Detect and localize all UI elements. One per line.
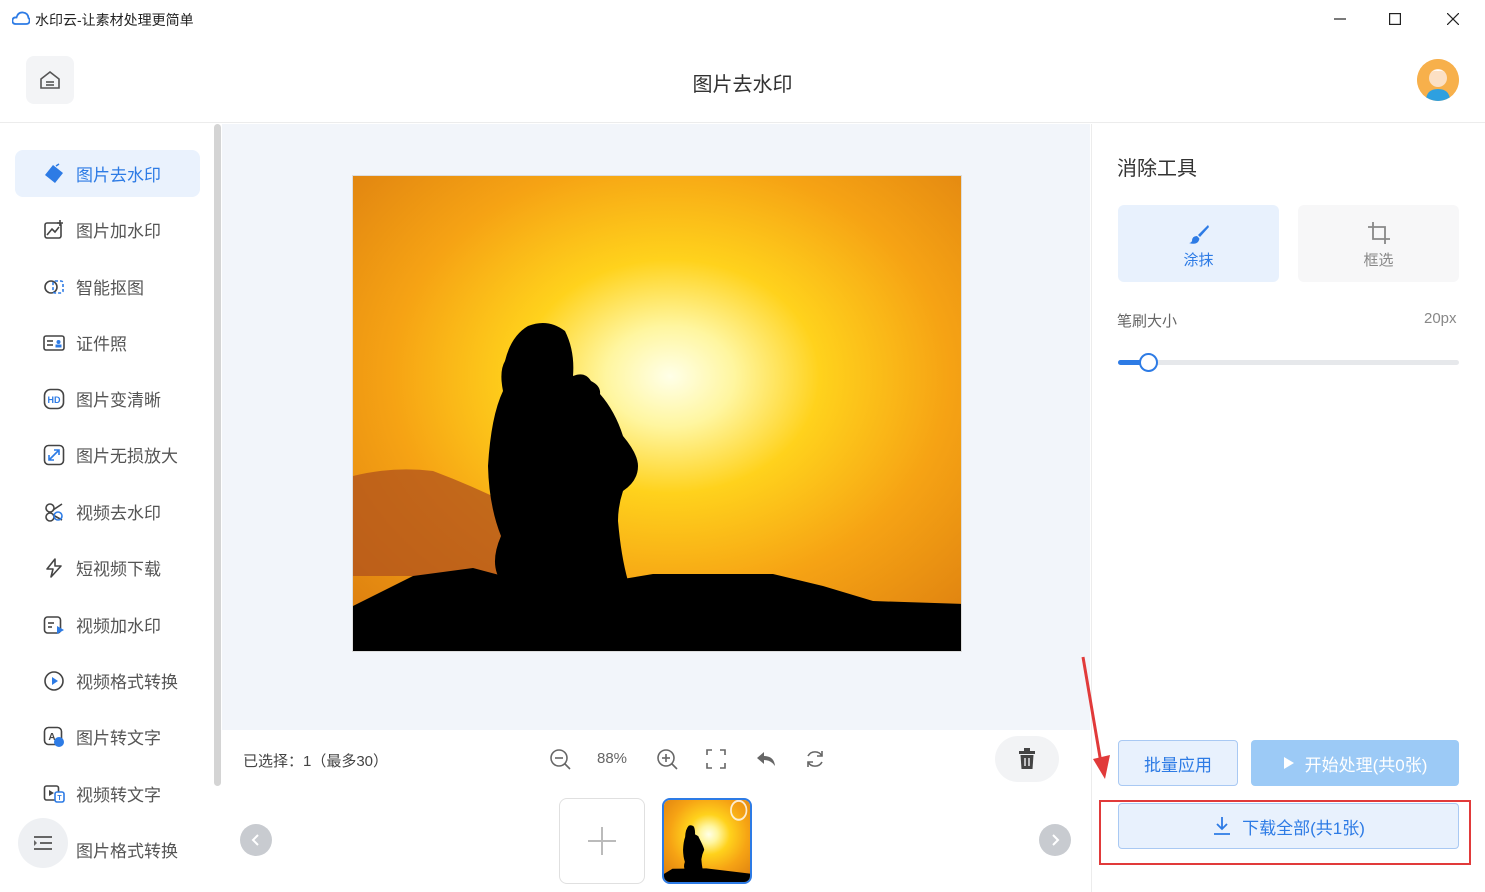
trash-icon bbox=[1019, 748, 1035, 769]
slider-handle[interactable] bbox=[1139, 353, 1158, 372]
sidebar-item-label: 图片变清晰 bbox=[76, 391, 161, 410]
window-title: 水印云-让素材处理更简单 bbox=[35, 12, 194, 28]
minimize-icon bbox=[1334, 18, 1346, 20]
avatar[interactable] bbox=[1417, 59, 1459, 101]
start-processing-button[interactable]: 开始处理(共0张) bbox=[1251, 740, 1459, 786]
zoom-level: 88% bbox=[597, 750, 628, 767]
sidebar-item-video-format-convert[interactable]: 视频格式转换 bbox=[15, 657, 200, 704]
sunset-silhouette-image bbox=[353, 176, 961, 651]
sidebar-item-label: 视频加水印 bbox=[76, 617, 161, 636]
image-text-icon: A bbox=[42, 725, 66, 749]
video-add-icon bbox=[42, 613, 66, 637]
brush-size-label: 笔刷大小 bbox=[1117, 313, 1178, 330]
user-avatar-icon bbox=[1417, 59, 1459, 101]
sidebar-item-lossless-enlarge[interactable]: 图片无损放大 bbox=[15, 431, 200, 478]
sidebar-item-label: 图片去水印 bbox=[76, 166, 161, 185]
sidebar-item-label: 图片格式转换 bbox=[76, 842, 178, 861]
zoom-in-icon bbox=[657, 749, 678, 770]
video-eraser-icon bbox=[42, 500, 66, 524]
maximize-icon bbox=[1389, 13, 1401, 25]
tool-label: 涂抹 bbox=[1183, 252, 1214, 269]
eraser-icon bbox=[42, 162, 66, 186]
sidebar-item-video-to-text[interactable]: T 视频转文字 bbox=[15, 770, 200, 817]
reset-button[interactable] bbox=[802, 746, 828, 772]
fit-screen-button[interactable] bbox=[703, 746, 729, 772]
zoom-out-button[interactable] bbox=[547, 746, 573, 772]
refresh-icon bbox=[807, 751, 823, 767]
chevron-right-icon bbox=[1052, 834, 1060, 846]
sidebar-item-label: 图片无损放大 bbox=[76, 447, 178, 466]
working-image[interactable] bbox=[352, 175, 962, 652]
play-circle-icon bbox=[42, 669, 66, 693]
sidebar-item-label: 视频格式转换 bbox=[76, 673, 178, 692]
sidebar-item-label: 视频转文字 bbox=[76, 786, 161, 805]
sidebar-item-video-watermark-add[interactable]: 视频加水印 bbox=[15, 601, 200, 648]
tool-label: 框选 bbox=[1363, 252, 1394, 269]
maximize-button[interactable] bbox=[1372, 4, 1418, 34]
brush-size-slider[interactable] bbox=[1118, 353, 1459, 372]
box-select-tool-button[interactable]: 框选 bbox=[1298, 205, 1459, 282]
brush-tool-button[interactable]: 涂抹 bbox=[1118, 205, 1279, 282]
cloud-logo-icon bbox=[12, 11, 30, 25]
collapse-menu-button[interactable] bbox=[18, 818, 68, 868]
sidebar-scrollbar[interactable] bbox=[214, 124, 221, 786]
delete-button[interactable] bbox=[995, 736, 1059, 782]
sidebar-item-image-watermark-removal[interactable]: 图片去水印 bbox=[15, 150, 200, 197]
batch-apply-button[interactable]: 批量应用 bbox=[1118, 740, 1238, 786]
next-button[interactable] bbox=[1039, 824, 1071, 856]
sidebar-item-label: 图片转文字 bbox=[76, 729, 161, 748]
app-header: 图片去水印 bbox=[0, 38, 1485, 123]
sidebar: 图片去水印 图片加水印 智能抠图 证件照 HD 图片变清晰 图片无损放大 视频去… bbox=[0, 124, 222, 892]
title-bar: 水印云-让素材处理更简单 bbox=[0, 0, 1485, 38]
sidebar-item-smart-cutout[interactable]: 智能抠图 bbox=[15, 263, 200, 310]
zoom-in-button[interactable] bbox=[654, 746, 680, 772]
play-icon bbox=[1283, 757, 1294, 769]
svg-text:HD: HD bbox=[48, 395, 61, 405]
sidebar-item-label: 证件照 bbox=[76, 335, 127, 354]
page-title: 图片去水印 bbox=[692, 74, 793, 96]
panel-title: 消除工具 bbox=[1117, 158, 1197, 180]
sidebar-item-image-watermark-add[interactable]: 图片加水印 bbox=[15, 206, 200, 253]
previous-button[interactable] bbox=[240, 824, 272, 856]
sidebar-item-short-video-download[interactable]: 短视频下载 bbox=[15, 544, 200, 591]
download-link-icon bbox=[42, 556, 66, 580]
plus-icon bbox=[588, 827, 616, 855]
thumbnail-image bbox=[664, 800, 750, 882]
annotation-arrow-icon bbox=[1081, 656, 1110, 779]
sidebar-item-label: 图片加水印 bbox=[76, 222, 161, 241]
enlarge-icon bbox=[42, 443, 66, 467]
image-add-icon bbox=[42, 218, 66, 242]
thumbnail-strip bbox=[222, 792, 1090, 892]
image-thumbnail[interactable] bbox=[662, 798, 752, 884]
sidebar-item-label: 短视频下载 bbox=[76, 560, 161, 579]
menu-list-icon bbox=[34, 836, 52, 850]
close-button[interactable] bbox=[1430, 4, 1476, 34]
minimize-button[interactable] bbox=[1317, 4, 1363, 34]
sidebar-item-video-watermark-removal[interactable]: 视频去水印 bbox=[15, 488, 200, 535]
cutout-icon bbox=[42, 275, 66, 299]
sidebar-item-image-to-text[interactable]: A 图片转文字 bbox=[15, 713, 200, 760]
sidebar-item-id-photo[interactable]: 证件照 bbox=[15, 319, 200, 366]
brush-icon bbox=[1188, 217, 1210, 245]
svg-text:T: T bbox=[57, 795, 62, 802]
chevron-left-icon bbox=[251, 834, 259, 846]
zoom-out-icon bbox=[550, 749, 571, 770]
undo-button[interactable] bbox=[753, 746, 779, 772]
brush-size-value: 20px bbox=[1424, 310, 1457, 327]
close-icon bbox=[1447, 13, 1459, 25]
start-processing-label: 开始处理(共0张) bbox=[1304, 755, 1428, 775]
selection-count: 已选择：1（最多30） bbox=[243, 753, 389, 770]
undo-icon bbox=[757, 752, 775, 766]
crop-icon bbox=[1367, 217, 1391, 245]
video-text-icon: T bbox=[42, 782, 66, 806]
sidebar-item-label: 视频去水印 bbox=[76, 504, 161, 523]
highlight-box bbox=[1099, 800, 1471, 865]
id-card-icon bbox=[42, 331, 66, 355]
hd-icon: HD bbox=[42, 387, 66, 411]
fullscreen-icon bbox=[706, 749, 726, 769]
add-image-button[interactable] bbox=[559, 798, 645, 884]
sidebar-item-label: 智能抠图 bbox=[76, 279, 144, 298]
sidebar-item-image-sharpen[interactable]: HD 图片变清晰 bbox=[15, 375, 200, 422]
